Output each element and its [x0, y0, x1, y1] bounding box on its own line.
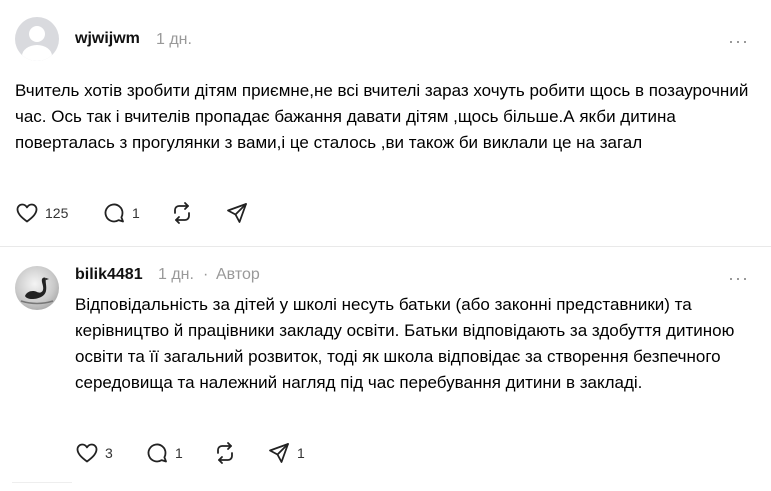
repost-button[interactable]: [170, 199, 194, 227]
more-options-button[interactable]: ···: [728, 269, 749, 287]
repost-icon: [174, 202, 190, 224]
heart-icon: [76, 443, 98, 463]
meta-separator: ·: [203, 266, 209, 283]
reply-count: 1: [175, 445, 183, 461]
reply-count: 1: [132, 205, 140, 221]
send-icon: [227, 203, 247, 223]
like-count: 3: [105, 445, 113, 461]
comment-text: Вчитель хотів зробити дітям приємне,не в…: [15, 81, 749, 152]
more-options-button[interactable]: ···: [728, 32, 749, 50]
reply-button[interactable]: 1: [145, 439, 183, 467]
avatar-body-shape: [22, 45, 52, 61]
repost-icon: [217, 442, 233, 464]
like-button[interactable]: 125: [15, 199, 68, 227]
comment-username[interactable]: wjwijwm: [75, 30, 140, 48]
comment-icon: [147, 443, 167, 463]
comment-2: bilik4481 1 дн. · Автор ··· Відповідальн…: [0, 247, 771, 490]
comment-actions: 3 1 1: [75, 439, 325, 467]
user-avatar[interactable]: [15, 17, 59, 61]
share-button[interactable]: [225, 199, 249, 227]
comment-username[interactable]: bilik4481: [75, 266, 143, 284]
comment-1: wjwijwm 1 дн. ··· Вчитель хотів зробити …: [0, 0, 771, 247]
share-button[interactable]: 1: [267, 439, 305, 467]
avatar-head-shape: [29, 26, 45, 42]
share-count: 1: [297, 445, 305, 461]
comment-actions: 125 1: [15, 199, 275, 227]
author-badge: Автор: [216, 266, 260, 283]
user-avatar[interactable]: [15, 266, 59, 310]
send-icon: [269, 443, 289, 463]
reply-button[interactable]: 1: [102, 199, 140, 227]
comment-text: Відповідальність за дітей у школі несуть…: [75, 295, 735, 392]
comment-time: 1 дн.: [156, 31, 192, 48]
like-button[interactable]: 3: [75, 439, 113, 467]
comment-time: 1 дн.: [158, 266, 194, 283]
comment-icon: [104, 203, 124, 223]
repost-button[interactable]: [213, 439, 237, 467]
heart-icon: [16, 203, 38, 223]
swan-icon: [20, 277, 54, 305]
like-count: 125: [45, 205, 69, 221]
